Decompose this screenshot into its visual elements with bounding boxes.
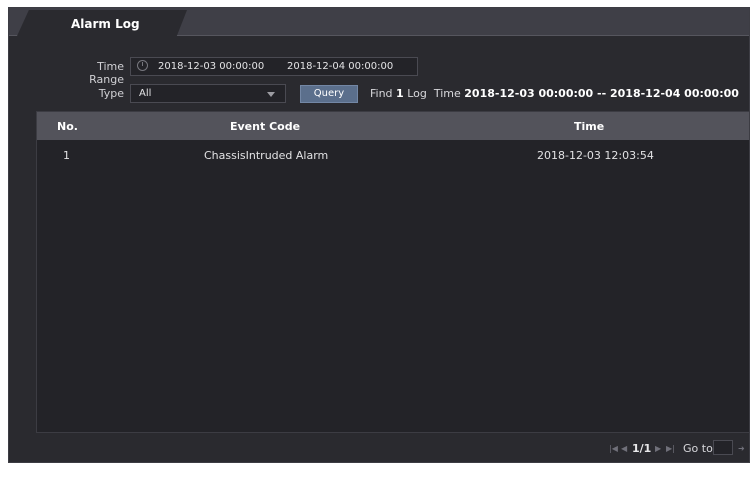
chevron-down-icon[interactable]: [267, 92, 275, 97]
result-count: 1: [396, 87, 404, 100]
type-select-value: All: [139, 88, 152, 99]
time-word: Time: [433, 87, 461, 100]
row-event-code: ChassisIntruded Alarm: [204, 149, 329, 162]
alarm-log-table: No. Event Code Time 1 ChassisIntruded Al…: [36, 111, 750, 433]
log-word: Log: [407, 87, 427, 100]
start-time-value[interactable]: 2018-12-03 00:00:00: [158, 61, 264, 72]
column-header-time: Time: [574, 120, 605, 133]
tab-bar: Alarm Log: [9, 8, 749, 36]
last-page-icon[interactable]: ▶|: [666, 444, 675, 453]
goto-label: Go to: [683, 442, 713, 455]
column-header-event-code: Event Code: [230, 120, 301, 133]
go-arrow-icon[interactable]: ➜: [738, 444, 745, 453]
time-range-label: Time Range: [89, 60, 124, 86]
page-indicator: 1/1: [632, 442, 652, 455]
row-no: 1: [63, 149, 70, 162]
result-summary: Find 1 Log Time 2018-12-03 00:00:00 -- 2…: [370, 87, 739, 100]
column-header-no: No.: [57, 120, 78, 133]
result-time-range: 2018-12-03 00:00:00 -- 2018-12-04 00:00:…: [464, 87, 739, 100]
tab-alarm-log-label: Alarm Log: [71, 17, 140, 31]
type-label: Type: [98, 87, 124, 100]
end-time-value[interactable]: 2018-12-04 00:00:00: [287, 61, 393, 72]
type-select[interactable]: All: [130, 84, 286, 103]
query-button[interactable]: Query: [300, 85, 358, 103]
goto-page-input[interactable]: [713, 440, 733, 455]
clock-icon: [137, 60, 148, 71]
prev-page-icon[interactable]: ◀: [621, 444, 627, 453]
find-prefix: Find: [370, 87, 393, 100]
table-header: No. Event Code Time: [37, 112, 749, 140]
time-range-input[interactable]: 2018-12-03 00:00:00 2018-12-04 00:00:00: [130, 57, 418, 76]
row-time: 2018-12-03 12:03:54: [537, 149, 654, 162]
next-page-icon[interactable]: ▶: [655, 444, 661, 453]
first-page-icon[interactable]: |◀: [609, 444, 618, 453]
